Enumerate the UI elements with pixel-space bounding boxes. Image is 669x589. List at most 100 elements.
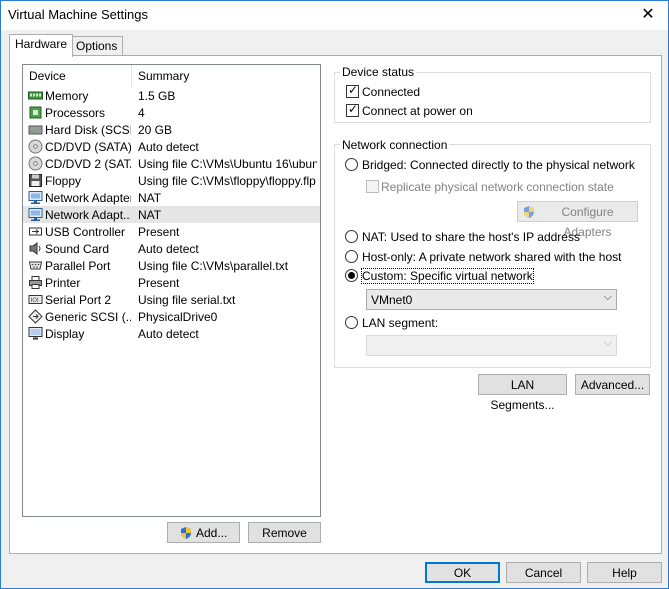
device-summary: Present xyxy=(138,225,180,239)
device-row-sound-card[interactable]: Sound Card Auto detect xyxy=(23,240,320,257)
device-row-floppy[interactable]: Floppy Using file C:\VMs\floppy\floppy.fl… xyxy=(23,172,320,189)
device-name: Memory xyxy=(45,89,89,103)
replicate-state-label: Replicate physical network connection st… xyxy=(381,180,614,194)
device-name: Parallel Port xyxy=(45,259,111,273)
nat-label[interactable]: NAT: Used to share the host's IP address xyxy=(362,230,580,244)
bridged-radio[interactable] xyxy=(345,158,358,171)
nat-radio[interactable] xyxy=(345,230,358,243)
serial-port-icon: IOI xyxy=(28,292,43,307)
chevron-down-icon: ⌵ xyxy=(603,291,612,303)
device-row-network-adapt[interactable]: Network Adapt... NAT xyxy=(23,206,320,223)
close-icon[interactable]: ✕ xyxy=(638,5,658,25)
device-row-usb-controller[interactable]: USB Controller Present xyxy=(23,223,320,240)
device-summary: Using file serial.txt xyxy=(138,293,236,307)
network-connection-title: Network connection xyxy=(340,138,450,152)
speaker-icon xyxy=(28,241,43,256)
custom-network-select[interactable]: VMnet0 ⌵ xyxy=(366,289,617,310)
floppy-icon xyxy=(28,173,43,188)
device-name: Serial Port 2 xyxy=(45,293,112,307)
column-separator[interactable] xyxy=(131,65,132,87)
column-header-summary[interactable]: Summary xyxy=(138,69,189,83)
device-summary: Using file C:\VMs\floppy\floppy.flp xyxy=(138,174,316,188)
device-row-generic-scsi[interactable]: Generic SCSI (... PhysicalDrive0 xyxy=(23,308,320,325)
cancel-button[interactable]: Cancel xyxy=(506,562,581,583)
device-name: CD/DVD 2 (SATA) xyxy=(45,157,131,171)
device-name: Hard Disk (SCSI) xyxy=(45,123,131,137)
title-bar[interactable]: Virtual Machine Settings ✕ xyxy=(1,1,668,30)
device-summary: Present xyxy=(138,276,180,290)
host-only-label[interactable]: Host-only: A private network shared with… xyxy=(362,250,621,264)
uac-shield-icon xyxy=(524,206,534,218)
list-header: Device Summary xyxy=(23,65,320,87)
connected-checkbox[interactable]: ✓ xyxy=(346,84,359,98)
chevron-down-icon: ⌵ xyxy=(603,337,612,349)
network-adapter-icon xyxy=(28,207,43,222)
window-title: Virtual Machine Settings xyxy=(8,7,148,22)
device-row-cd-dvd-2-sata[interactable]: CD/DVD 2 (SATA) Using file C:\VMs\Ubuntu … xyxy=(23,155,320,172)
connect-at-power-on-label[interactable]: Connect at power on xyxy=(362,104,473,118)
tab-label: Options xyxy=(76,39,118,53)
device-row-serial-port-2[interactable]: IOI Serial Port 2 Using file serial.txt xyxy=(23,291,320,308)
device-name: Floppy xyxy=(45,174,82,188)
ok-label: OK xyxy=(453,566,472,580)
bridged-label[interactable]: Bridged: Connected directly to the physi… xyxy=(362,158,635,172)
device-row-processors[interactable]: Processors 4 xyxy=(23,104,320,121)
lan-segments-button[interactable]: LAN Segments... xyxy=(478,374,567,412)
lan-segment-label[interactable]: LAN segment: xyxy=(362,316,438,330)
cd-dvd-icon xyxy=(28,156,43,171)
hardware-tab-pane: Device Summary Memory 1.5 GB Processors 4 Ha… xyxy=(9,55,662,554)
custom-label[interactable]: Custom: Specific virtual network xyxy=(361,268,534,284)
device-row-display[interactable]: Display Auto detect xyxy=(23,325,320,342)
tab-options[interactable]: Options xyxy=(70,36,124,56)
help-button[interactable]: Help xyxy=(587,562,662,583)
custom-network-value: VMnet0 xyxy=(371,293,413,307)
configure-adapters-button[interactable]: Configure Adapters xyxy=(517,201,638,239)
device-name: Processors xyxy=(45,106,106,120)
device-name: CD/DVD (SATA) xyxy=(45,140,131,154)
tab-hardware[interactable]: Hardware xyxy=(9,34,74,57)
lan-segment-select[interactable]: ⌵ xyxy=(366,335,617,356)
network-adapter-icon xyxy=(28,190,43,205)
ok-button[interactable]: OK xyxy=(425,562,500,583)
device-status-title: Device status xyxy=(340,65,417,79)
device-name: Network Adapt... xyxy=(45,208,131,222)
replicate-state-checkbox[interactable] xyxy=(366,180,379,193)
device-name: Printer xyxy=(45,276,81,290)
device-row-parallel-port[interactable]: Parallel Port Using file C:\VMs\parallel.… xyxy=(23,257,320,274)
cd-dvd-icon xyxy=(28,139,43,154)
connected-label[interactable]: Connected xyxy=(362,85,420,99)
device-row-printer[interactable]: Printer Present xyxy=(23,274,320,291)
host-only-radio[interactable] xyxy=(345,250,358,263)
device-summary: Using file C:\VMs\Ubuntu 16\ubun... xyxy=(138,157,317,171)
device-summary: Using file C:\VMs\parallel.txt xyxy=(138,259,289,273)
device-summary: 20 GB xyxy=(138,123,173,137)
display-icon xyxy=(28,326,43,341)
column-header-device[interactable]: Device xyxy=(29,69,66,83)
advanced-button[interactable]: Advanced... xyxy=(575,374,650,395)
uac-shield-icon xyxy=(181,527,191,539)
add-button-label: Add... xyxy=(196,526,228,540)
device-row-memory[interactable]: Memory 1.5 GB xyxy=(23,87,320,104)
device-row-cd-dvd-sata[interactable]: CD/DVD (SATA) Auto detect xyxy=(23,138,320,155)
remove-device-button[interactable]: Remove xyxy=(248,522,321,543)
device-summary: Auto detect xyxy=(138,242,199,256)
cancel-label: Cancel xyxy=(524,566,563,580)
device-row-network-adapter[interactable]: Network Adapter NAT xyxy=(23,189,320,206)
scsi-icon xyxy=(28,309,43,324)
device-name: USB Controller xyxy=(45,225,126,239)
custom-radio[interactable] xyxy=(345,269,358,282)
connect-at-power-on-checkbox[interactable]: ✓ xyxy=(346,102,359,117)
device-summary: 1.5 GB xyxy=(138,89,176,103)
printer-icon xyxy=(28,275,43,290)
device-name: Display xyxy=(45,327,85,341)
lan-segment-radio[interactable] xyxy=(345,316,358,329)
add-device-button[interactable]: Add... xyxy=(167,522,240,543)
device-summary: Auto detect xyxy=(138,140,199,154)
lan-segments-label: LAN Segments... xyxy=(490,378,555,412)
parallel-port-icon xyxy=(28,258,43,273)
device-row-hard-disk-scsi[interactable]: Hard Disk (SCSI) 20 GB xyxy=(23,121,320,138)
advanced-label: Advanced... xyxy=(580,378,645,392)
check-mark-icon: ✓ xyxy=(348,102,359,116)
device-summary: Auto detect xyxy=(138,327,199,341)
device-list[interactable]: Device Summary Memory 1.5 GB Processors 4 Ha… xyxy=(22,64,321,517)
